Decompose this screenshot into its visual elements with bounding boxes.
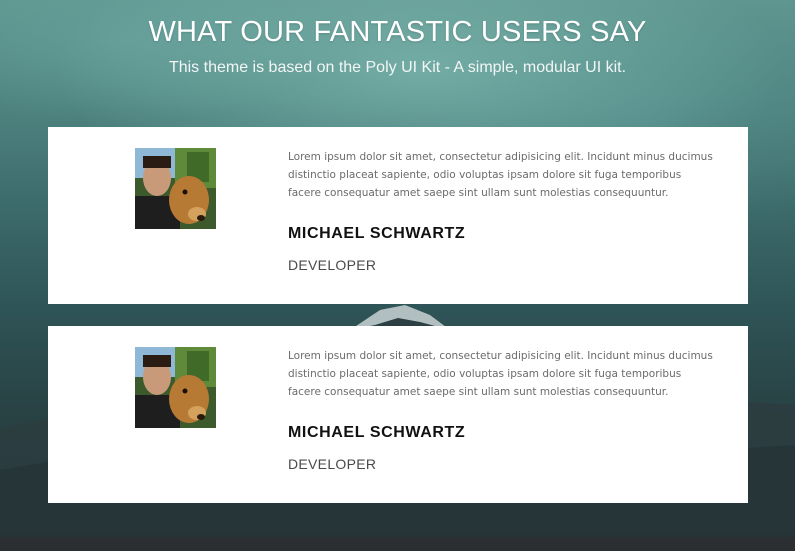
testimonial-role: DEVELOPER (288, 456, 377, 472)
avatar (135, 148, 216, 229)
testimonial-quote: Lorem ipsum dolor sit amet, consectetur … (288, 350, 713, 398)
testimonial-card: Lorem ipsum dolor sit amet, consectetur … (48, 127, 748, 304)
footer-strip (0, 537, 795, 551)
testimonial-card: Lorem ipsum dolor sit amet, consectetur … (48, 326, 748, 503)
avatar (135, 347, 216, 428)
testimonial-quote: Lorem ipsum dolor sit amet, consectetur … (288, 151, 713, 199)
testimonial-name: MICHAEL SCHWARTZ (288, 424, 466, 441)
section-subtitle: This theme is based on the Poly UI Kit -… (168, 59, 627, 76)
testimonial-role: DEVELOPER (288, 257, 377, 273)
section-title: WHAT OUR FANTASTIC USERS SAY (148, 16, 647, 48)
testimonial-name: MICHAEL SCHWARTZ (288, 225, 466, 242)
